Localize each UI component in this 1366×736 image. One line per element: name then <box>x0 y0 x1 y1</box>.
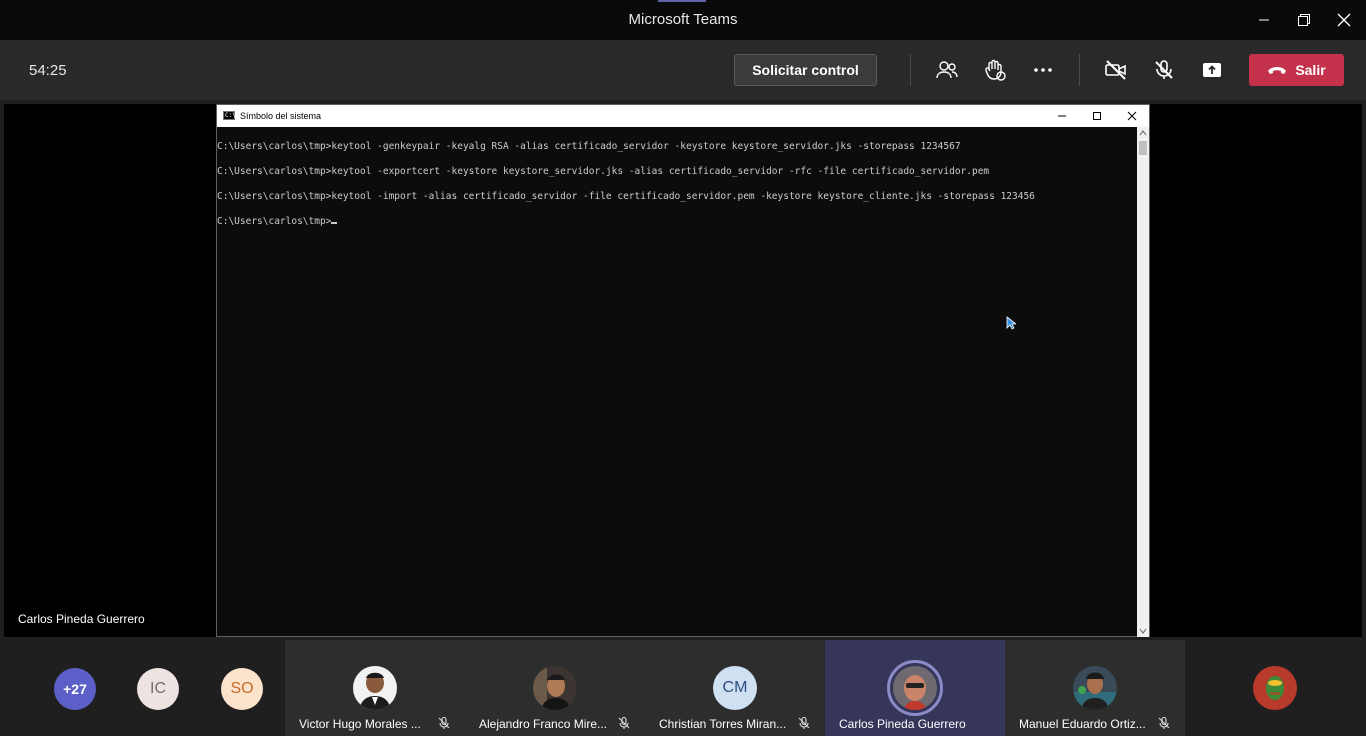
presenter-name: Carlos Pineda Guerrero <box>18 612 145 626</box>
title-accent <box>658 0 706 2</box>
console-title-bar: C:\ Símbolo del sistema <box>217 105 1149 127</box>
toolbar-divider <box>1079 54 1080 86</box>
mic-muted-icon <box>798 716 810 729</box>
mouse-pointer-icon <box>1006 316 1018 335</box>
console-prompt: C:\Users\carlos\tmp> <box>217 216 338 227</box>
console-line: C:\Users\carlos\tmp>keytool -exportcert … <box>217 166 990 177</box>
participant-avatar[interactable] <box>1253 666 1297 710</box>
participant-name: Victor Hugo Morales ... <box>299 717 421 731</box>
console-output[interactable]: C:\Users\carlos\tmp>keytool -genkeypair … <box>217 127 1137 637</box>
share-tray-icon[interactable] <box>1198 56 1226 84</box>
more-participants-button[interactable]: +27 <box>54 668 96 710</box>
people-icon[interactable] <box>933 56 961 84</box>
text-cursor <box>331 222 338 224</box>
participant-avatar[interactable]: IC <box>137 668 179 710</box>
minimize-icon[interactable] <box>1252 8 1276 32</box>
prompt-text: C:\Users\carlos\tmp> <box>217 216 332 227</box>
participant-tile[interactable]: Manuel Eduardo Ortiz... <box>1005 640 1185 736</box>
title-bar: Microsoft Teams <box>0 0 1366 40</box>
more-options-icon[interactable] <box>1029 56 1057 84</box>
console-minimize-icon[interactable] <box>1054 108 1070 124</box>
console-title: Símbolo del sistema <box>240 111 322 121</box>
participant-photo <box>353 666 397 710</box>
meeting-toolbar: 54:25 Solicitar control Salir <box>0 40 1366 100</box>
participant-strip: +27 IC SO Victor Hugo Morales ... Alejan… <box>0 640 1366 736</box>
participant-tile-speaking[interactable]: Carlos Pineda Guerrero <box>825 640 1005 736</box>
participant-name: Alejandro Franco Mire... <box>479 717 608 731</box>
console-scrollbar[interactable] <box>1137 127 1149 637</box>
command-prompt-window: C:\ Símbolo del sistema C:\Users\carlos\… <box>216 104 1150 637</box>
participant-tile[interactable]: Alejandro Franco Mire... <box>465 640 645 736</box>
raise-hand-icon[interactable] <box>981 56 1009 84</box>
window-title: Microsoft Teams <box>628 11 738 28</box>
leave-button[interactable]: Salir <box>1249 54 1344 86</box>
console-line: C:\Users\carlos\tmp>keytool -genkeypair … <box>217 141 961 152</box>
request-control-button[interactable]: Solicitar control <box>734 54 877 86</box>
participant-tile[interactable]: Victor Hugo Morales ... <box>285 640 465 736</box>
mic-muted-icon <box>618 716 630 729</box>
participant-avatar[interactable]: SO <box>221 668 263 710</box>
camera-off-icon[interactable] <box>1102 56 1130 84</box>
meeting-timer: 54:25 <box>29 62 67 79</box>
scroll-up-icon[interactable] <box>1137 127 1149 139</box>
participant-tile[interactable]: CM Christian Torres Miran... <box>645 640 825 736</box>
participant-initials: CM <box>713 666 757 710</box>
participant-photo <box>1073 666 1117 710</box>
console-line: C:\Users\carlos\tmp>keytool -import -ali… <box>217 191 1035 202</box>
leave-label: Salir <box>1295 62 1326 78</box>
toolbar-divider <box>910 54 911 86</box>
cmd-icon: C:\ <box>223 111 236 120</box>
restore-icon[interactable] <box>1292 8 1316 32</box>
mic-muted-icon <box>1158 716 1170 729</box>
mic-off-icon[interactable] <box>1150 56 1178 84</box>
mic-muted-icon <box>438 716 450 729</box>
participant-name: Carlos Pineda Guerrero <box>839 717 966 731</box>
close-icon[interactable] <box>1332 8 1356 32</box>
phone-hangup-icon <box>1268 67 1287 74</box>
scroll-down-icon[interactable] <box>1137 625 1149 637</box>
participant-name: Christian Torres Miran... <box>659 717 787 731</box>
console-close-icon[interactable] <box>1124 108 1140 124</box>
scroll-thumb[interactable] <box>1139 141 1147 155</box>
participant-name: Manuel Eduardo Ortiz... <box>1019 717 1146 731</box>
participant-photo <box>887 660 943 716</box>
participant-photo <box>533 666 577 710</box>
console-maximize-icon[interactable] <box>1089 108 1105 124</box>
